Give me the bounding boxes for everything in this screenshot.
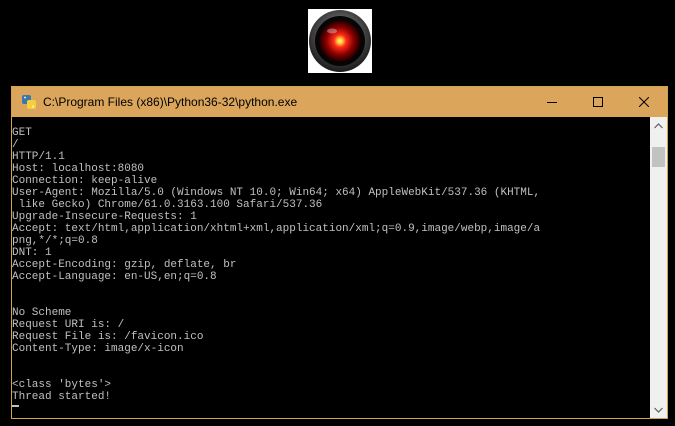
hal-9000-eye-logo	[308, 9, 372, 73]
console-output[interactable]: GET / HTTP/1.1 Host: localhost:8080 Connecti…	[12, 117, 650, 418]
console-line: User-Agent: Mozilla/5.0 (Windows NT 10.0…	[12, 187, 541, 199]
console-line: GET	[12, 127, 32, 139]
python-icon[interactable]	[21, 94, 37, 110]
console-line: No Scheme	[12, 307, 72, 319]
console-line: Request File is: /favicon.ico	[12, 331, 204, 343]
console-line: DNT: 1	[12, 247, 52, 259]
title-bar[interactable]: C:\Program Files (x86)\Python36-32\pytho…	[12, 87, 667, 117]
console-window: C:\Program Files (x86)\Python36-32\pytho…	[11, 86, 668, 419]
hal-9000-eye-icon	[309, 10, 371, 72]
maximize-button[interactable]	[575, 87, 621, 117]
scroll-down-button[interactable]	[650, 401, 667, 418]
console-line: png,*/*;q=0.8	[12, 235, 98, 247]
console-line: Accept: text/html,application/xhtml+xml,…	[12, 223, 541, 235]
console-line: <class 'bytes'>	[12, 379, 112, 391]
maximize-icon	[593, 97, 603, 107]
console-line: /	[12, 139, 19, 151]
console-line: Connection: keep-alive	[12, 175, 158, 187]
console-line: Accept-Language: en-US,en;q=0.8	[12, 271, 217, 283]
console-line: HTTP/1.1	[12, 151, 65, 163]
window-title: C:\Program Files (x86)\Python36-32\pytho…	[43, 95, 298, 109]
console-line: Request URI is: /	[12, 319, 125, 331]
text-cursor	[12, 403, 650, 415]
scroll-thumb[interactable]	[652, 147, 665, 167]
close-button[interactable]	[621, 87, 667, 117]
console-line: Host: localhost:8080	[12, 163, 145, 175]
console-line: Content-Type: image/x-icon	[12, 343, 184, 355]
scroll-up-button[interactable]	[650, 117, 667, 134]
console-line: Thread started!	[12, 391, 112, 403]
minimize-icon	[547, 102, 557, 103]
minimize-button[interactable]	[529, 87, 575, 117]
chevron-up-icon	[654, 122, 663, 128]
console-text: GET / HTTP/1.1 Host: localhost:8080 Connecti…	[12, 127, 650, 415]
vertical-scrollbar[interactable]	[650, 117, 667, 418]
chevron-down-icon	[654, 407, 663, 413]
console-line: Upgrade-Insecure-Requests: 1	[12, 211, 197, 223]
console-line: Accept-Encoding: gzip, deflate, br	[12, 259, 237, 271]
close-icon	[639, 97, 649, 107]
console-line: like Gecko) Chrome/61.0.3163.100 Safari/…	[12, 199, 323, 211]
